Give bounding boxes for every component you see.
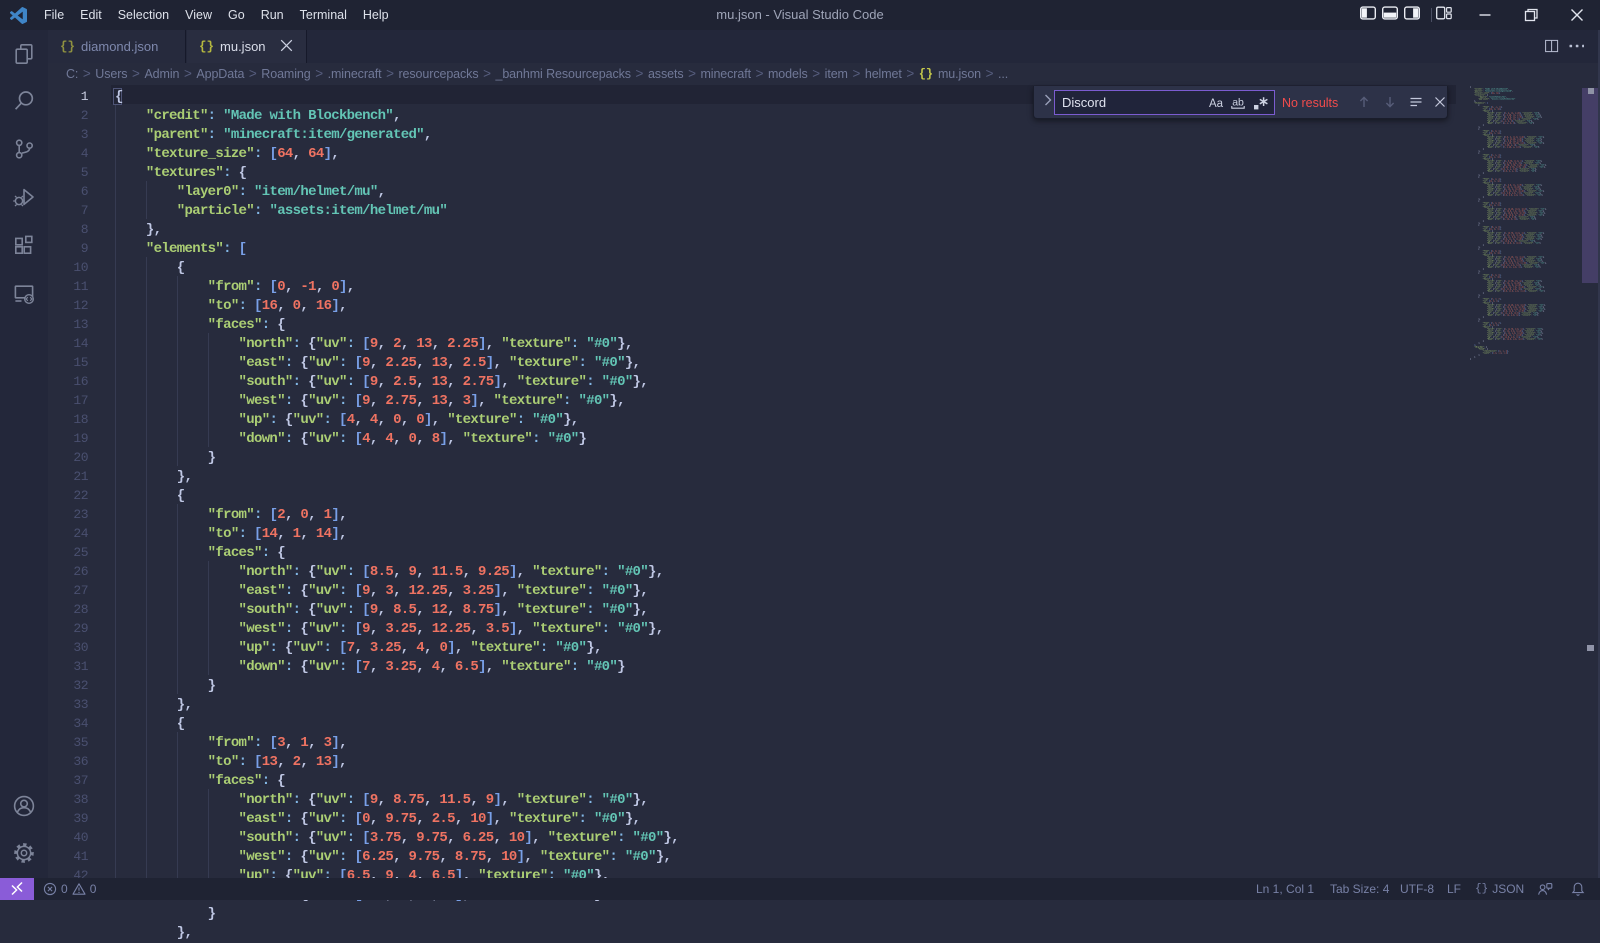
svg-text:ab: ab: [1232, 96, 1244, 108]
svg-text:Aa: Aa: [1209, 98, 1224, 110]
